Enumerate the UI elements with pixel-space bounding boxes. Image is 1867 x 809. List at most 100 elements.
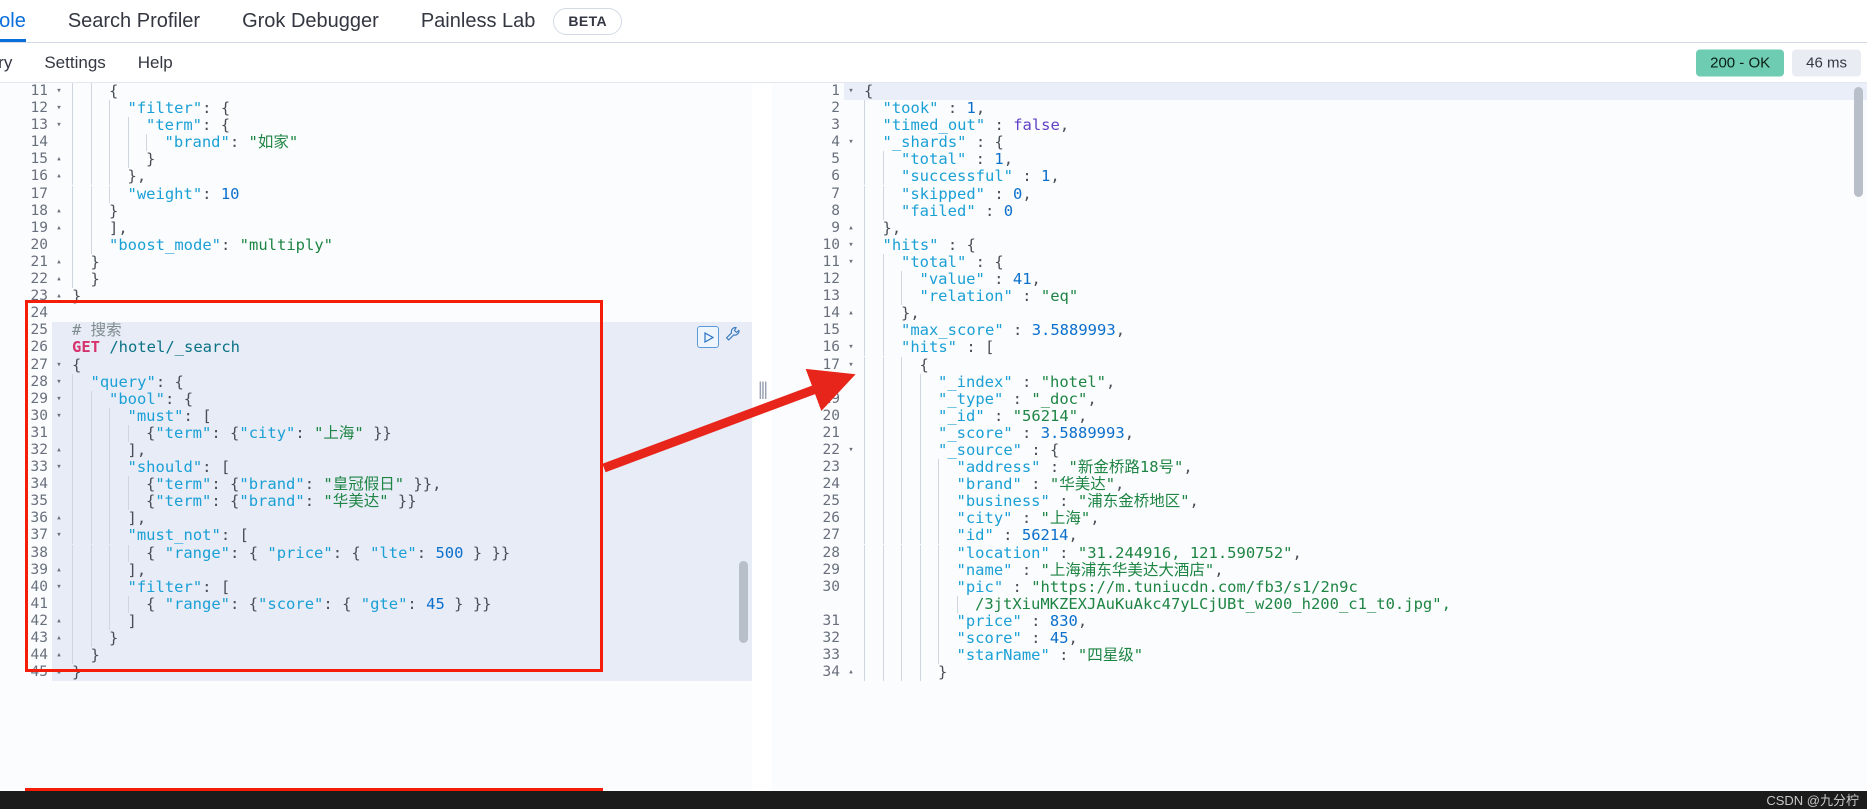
response-code-line[interactable]: 30 "pic" : "https://m.tuniucdn.com/fb3/s1…: [772, 578, 1867, 596]
request-editor[interactable]: 11 ▾{12 ▾ "filter": {13 ▾ "term": {14 "brand":…: [0, 83, 752, 809]
response-code-line[interactable]: 11 ▾ "total" : {: [772, 253, 1867, 272]
response-code-line[interactable]: 28 "location" : "31.244916, 121.590752",: [772, 544, 1867, 562]
request-code-line[interactable]: 14 "brand": "如家": [0, 134, 752, 152]
response-code-line[interactable]: 13 "relation" : "eq": [772, 288, 1867, 306]
request-code-line[interactable]: 18 ▴}: [0, 202, 752, 220]
fold-toggle-icon[interactable]: ▾: [52, 117, 66, 134]
request-code-line[interactable]: 29 ▾ "bool": {: [0, 390, 752, 408]
fold-toggle-icon[interactable]: ▴: [52, 510, 66, 527]
response-code-line[interactable]: 15 "max_score" : 3.5889993,: [772, 322, 1867, 340]
response-code-line[interactable]: 22 ▾ "_source" : {: [772, 441, 1867, 460]
tab-search-profiler[interactable]: Search Profiler: [68, 0, 200, 42]
wrench-icon[interactable]: [725, 326, 742, 348]
request-code-line[interactable]: 45 ▴}: [0, 664, 752, 682]
request-code-line[interactable]: 44 ▴}: [0, 647, 752, 665]
response-code-line[interactable]: 17 ▾{: [772, 356, 1867, 374]
response-code-line[interactable]: 9 ▴},: [772, 219, 1867, 237]
fold-toggle-icon[interactable]: ▾: [52, 391, 66, 408]
menu-item-settings[interactable]: Settings: [44, 53, 105, 73]
pane-splitter[interactable]: |||: [752, 83, 772, 809]
response-editor[interactable]: 1 ▾{2 "took" : 1, 3 "timed_out" : false, 4 ▾ "_…: [772, 83, 1867, 809]
fold-toggle-icon[interactable]: ▴: [844, 305, 858, 322]
request-pane[interactable]: 11 ▾{12 ▾ "filter": {13 ▾ "term": {14 "brand":…: [0, 83, 752, 809]
fold-toggle-icon[interactable]: ▴: [52, 220, 66, 237]
tab-grok-debugger[interactable]: Grok Debugger: [242, 0, 379, 42]
request-code-line[interactable]: 13 ▾ "term": {: [0, 117, 752, 135]
tab-painless-lab[interactable]: Painless Lab BETA: [421, 0, 623, 42]
fold-toggle-icon[interactable]: ▾: [52, 408, 66, 425]
response-code-line[interactable]: 3 "timed_out" : false,: [772, 117, 1867, 135]
fold-toggle-icon[interactable]: ▴: [52, 630, 66, 647]
request-code-line[interactable]: 23 ▴}: [0, 288, 752, 306]
splitter-grip-icon[interactable]: |||: [758, 379, 768, 400]
response-code-line[interactable]: /3jtXiuMKZEXJAuKuAkc47yLCjUBt_w200_h200_…: [772, 595, 1867, 613]
fold-toggle-icon[interactable]: ▴: [52, 664, 66, 681]
fold-toggle-icon[interactable]: ▴: [52, 203, 66, 220]
response-code-line[interactable]: 8 "failed" : 0: [772, 202, 1867, 220]
request-code-rows[interactable]: 11 ▾{12 ▾ "filter": {13 ▾ "term": {14 "brand":…: [0, 83, 752, 682]
request-code-line[interactable]: 17 "weight": 10: [0, 185, 752, 203]
request-code-line[interactable]: 31 {"term": {"city": "上海" }}: [0, 424, 752, 442]
request-code-line[interactable]: 33 ▾ "should": [: [0, 459, 752, 477]
fold-toggle-icon[interactable]: ▾: [844, 83, 858, 100]
request-code-line[interactable]: 42 ▴]: [0, 612, 752, 630]
fold-toggle-icon[interactable]: ▴: [844, 220, 858, 237]
response-code-line[interactable]: 4 ▾ "_shards" : {: [772, 134, 1867, 152]
response-code-line[interactable]: 34 ▴}: [772, 664, 1867, 682]
request-action-group[interactable]: [697, 326, 742, 348]
request-code-line[interactable]: 11 ▾{: [0, 83, 752, 101]
response-code-line[interactable]: 16 ▾ "hits" : [: [772, 339, 1867, 357]
response-code-line[interactable]: 24 "brand" : "华美达",: [772, 476, 1867, 494]
request-code-line[interactable]: 35 {"term": {"brand": "华美达" }}: [0, 493, 752, 511]
response-code-line[interactable]: 12 "value" : 41,: [772, 270, 1867, 289]
fold-toggle-icon[interactable]: ▾: [844, 339, 858, 356]
fold-toggle-icon[interactable]: ▾: [52, 83, 66, 100]
fold-toggle-icon[interactable]: ▾: [52, 579, 66, 596]
fold-toggle-icon[interactable]: ▾: [52, 459, 66, 476]
request-code-line[interactable]: 15 ▴}: [0, 151, 752, 169]
fold-toggle-icon[interactable]: ▴: [844, 664, 858, 681]
fold-toggle-icon[interactable]: ▾: [844, 254, 858, 271]
fold-toggle-icon[interactable]: ▴: [52, 613, 66, 630]
response-code-line[interactable]: 31 "price" : 830,: [772, 612, 1867, 630]
request-code-line[interactable]: 12 ▾ "filter": {: [0, 100, 752, 118]
response-code-line[interactable]: 27 "id" : 56214,: [772, 527, 1867, 545]
request-code-line[interactable]: 21 ▴}: [0, 253, 752, 272]
fold-toggle-icon[interactable]: ▾: [844, 134, 858, 151]
fold-toggle-icon[interactable]: ▴: [52, 647, 66, 664]
response-code-line[interactable]: 29 "name" : "上海浦东华美达大酒店",: [772, 561, 1867, 579]
menu-item-help[interactable]: Help: [138, 53, 173, 73]
request-code-line[interactable]: 16 ▴},: [0, 168, 752, 186]
request-code-line[interactable]: 41 { "range": {"score": { "gte": 45 } }}: [0, 595, 752, 613]
response-code-line[interactable]: 18 "_index" : "hotel",: [772, 373, 1867, 391]
fold-toggle-icon[interactable]: ▴: [52, 254, 66, 271]
response-code-line[interactable]: 21 "_score" : 3.5889993,: [772, 424, 1867, 442]
fold-toggle-icon[interactable]: ▾: [52, 357, 66, 374]
response-code-line[interactable]: 7 "skipped" : 0,: [772, 185, 1867, 203]
fold-toggle-icon[interactable]: ▴: [52, 442, 66, 459]
response-code-line[interactable]: 26 "city" : "上海",: [772, 510, 1867, 528]
fold-toggle-icon[interactable]: ▾: [52, 527, 66, 544]
response-code-line[interactable]: 6 "successful" : 1,: [772, 168, 1867, 186]
request-code-line[interactable]: 19 ▴],: [0, 219, 752, 237]
response-code-line[interactable]: 20 "_id" : "56214",: [772, 407, 1867, 425]
response-vertical-scrollbar[interactable]: [1854, 87, 1863, 197]
response-code-line[interactable]: 1 ▾ {: [772, 83, 1867, 101]
response-code-line[interactable]: 19 "_type" : "_doc",: [772, 390, 1867, 408]
response-code-line[interactable]: 23 "address" : "新金桥路18号",: [772, 459, 1867, 477]
request-code-line[interactable]: 24: [0, 305, 752, 323]
request-vertical-scrollbar[interactable]: [739, 561, 748, 643]
request-code-line[interactable]: 30 ▾ "must": [: [0, 407, 752, 425]
fold-toggle-icon[interactable]: ▾: [52, 100, 66, 117]
request-code-line[interactable]: 27 ▾ {: [0, 356, 752, 374]
fold-toggle-icon[interactable]: ▴: [52, 271, 66, 288]
request-code-line[interactable]: 39 ▴],: [0, 561, 752, 579]
response-code-line[interactable]: 5 "total" : 1,: [772, 151, 1867, 169]
response-code-line[interactable]: 2 "took" : 1,: [772, 100, 1867, 118]
response-pane[interactable]: 1 ▾{2 "took" : 1, 3 "timed_out" : false, 4 ▾ "_…: [772, 83, 1867, 809]
request-code-line[interactable]: 26 GET /hotel/_search: [0, 339, 752, 357]
fold-toggle-icon[interactable]: ▾: [844, 237, 858, 254]
request-code-line[interactable]: 25 # 搜索: [0, 322, 752, 340]
request-code-line[interactable]: 32 ▴],: [0, 441, 752, 460]
request-code-line[interactable]: 38 { "range": { "price": { "lte": 500 } }…: [0, 544, 752, 562]
